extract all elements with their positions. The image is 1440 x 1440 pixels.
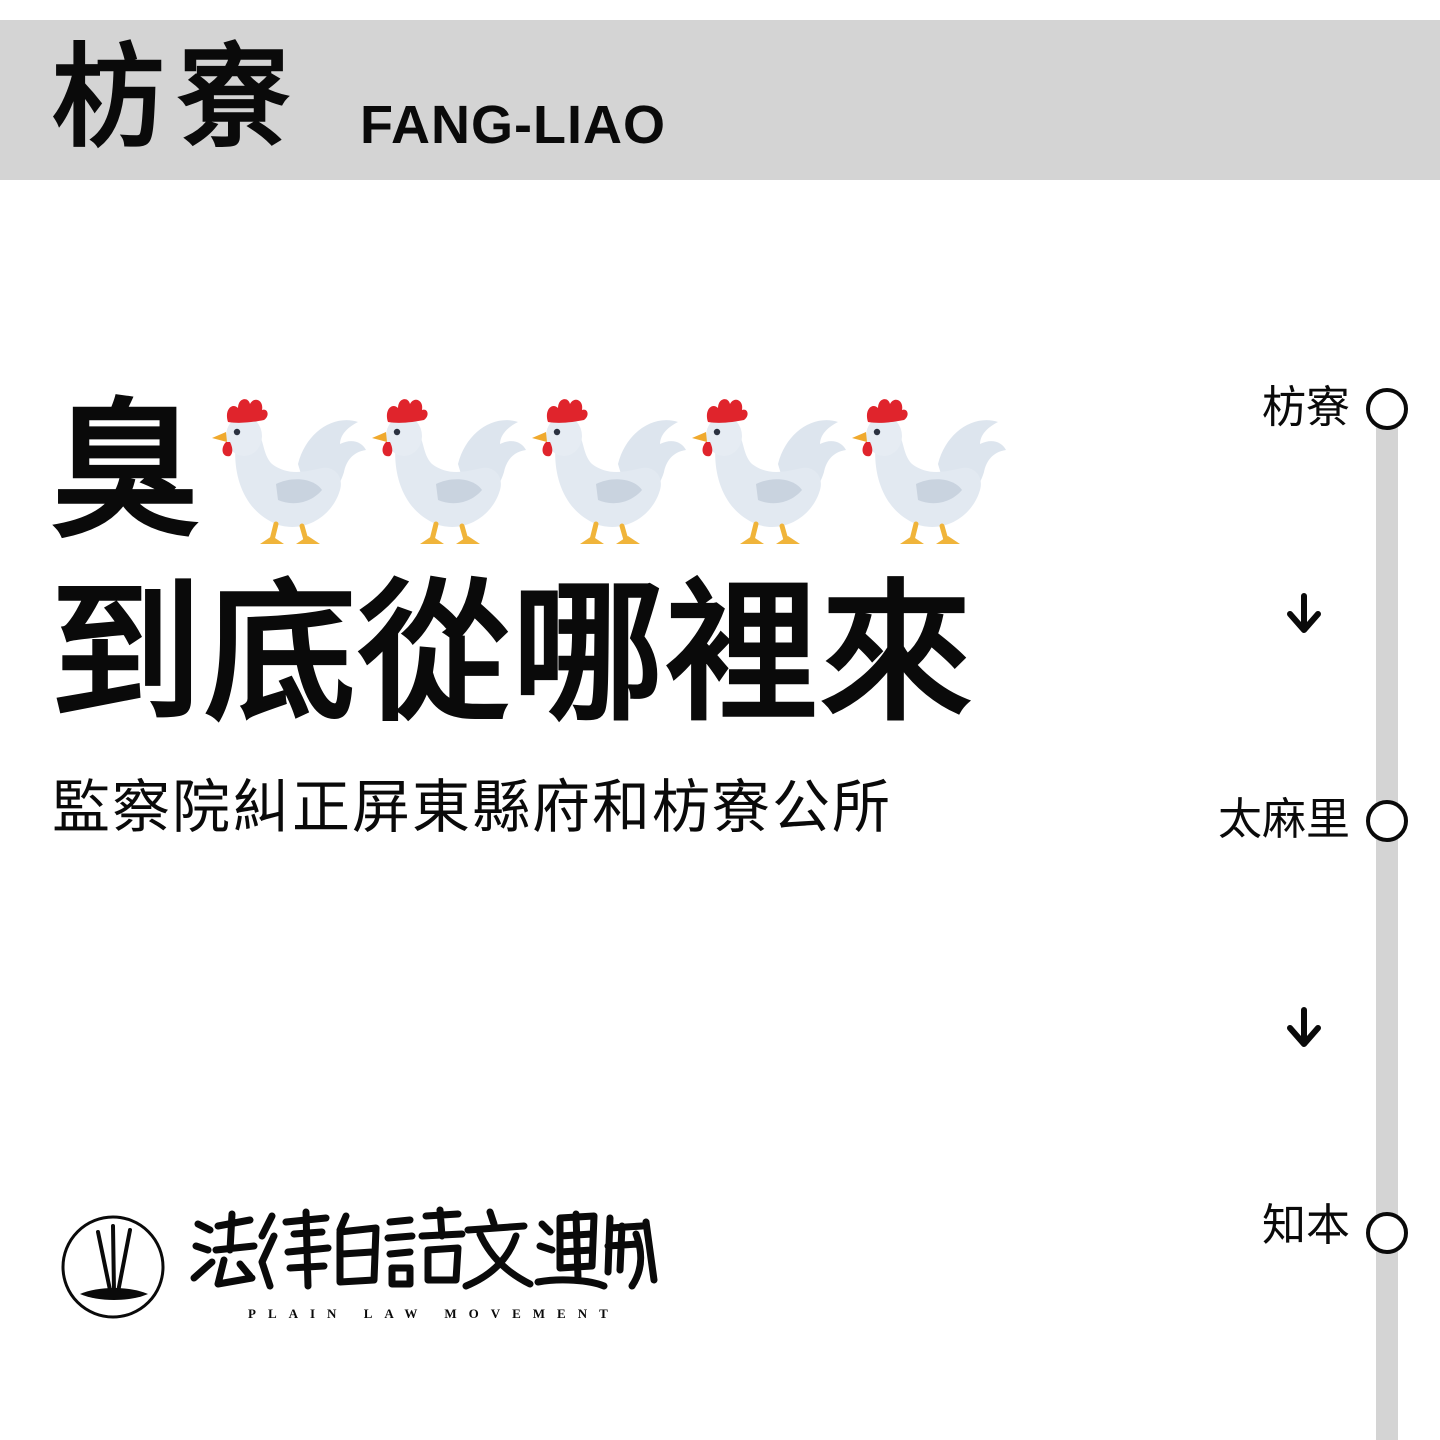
station-name-zh: 枋寮 [52, 33, 304, 163]
headline-line-1: 臭 [50, 392, 1006, 552]
headline-word: 臭 [50, 385, 201, 559]
route-stop-marker [1366, 800, 1408, 842]
arrow-down-icon [1282, 592, 1326, 636]
route-stop-label: 知本 [1262, 1200, 1350, 1251]
chicken-icon [366, 392, 526, 552]
chicken-icon [846, 392, 1006, 552]
route-stop-label: 太麻里 [1218, 794, 1350, 845]
headline-subtitle: 監察院糾正屏東縣府和枋寮公所 [52, 773, 893, 841]
chicken-icon [526, 392, 686, 552]
emblem-icon [61, 1215, 165, 1319]
logo-calligraphy [190, 1206, 658, 1290]
station-name-en: FANG-LIAO [360, 95, 666, 155]
chicken-icon [206, 392, 366, 552]
logo-subtitle: PLAIN LAW MOVEMENT [248, 1306, 620, 1321]
station-header: 枋寮 FANG-LIAO [0, 20, 1440, 180]
route-line [1376, 410, 1398, 1440]
headline-line-2: 到底從哪裡來 [50, 565, 974, 742]
route-stop-marker [1366, 1212, 1408, 1254]
chicken-icon [686, 392, 846, 552]
route-stop-label: 枋寮 [1262, 382, 1350, 433]
route-stop-marker [1366, 388, 1408, 430]
arrow-down-icon [1282, 1006, 1326, 1050]
